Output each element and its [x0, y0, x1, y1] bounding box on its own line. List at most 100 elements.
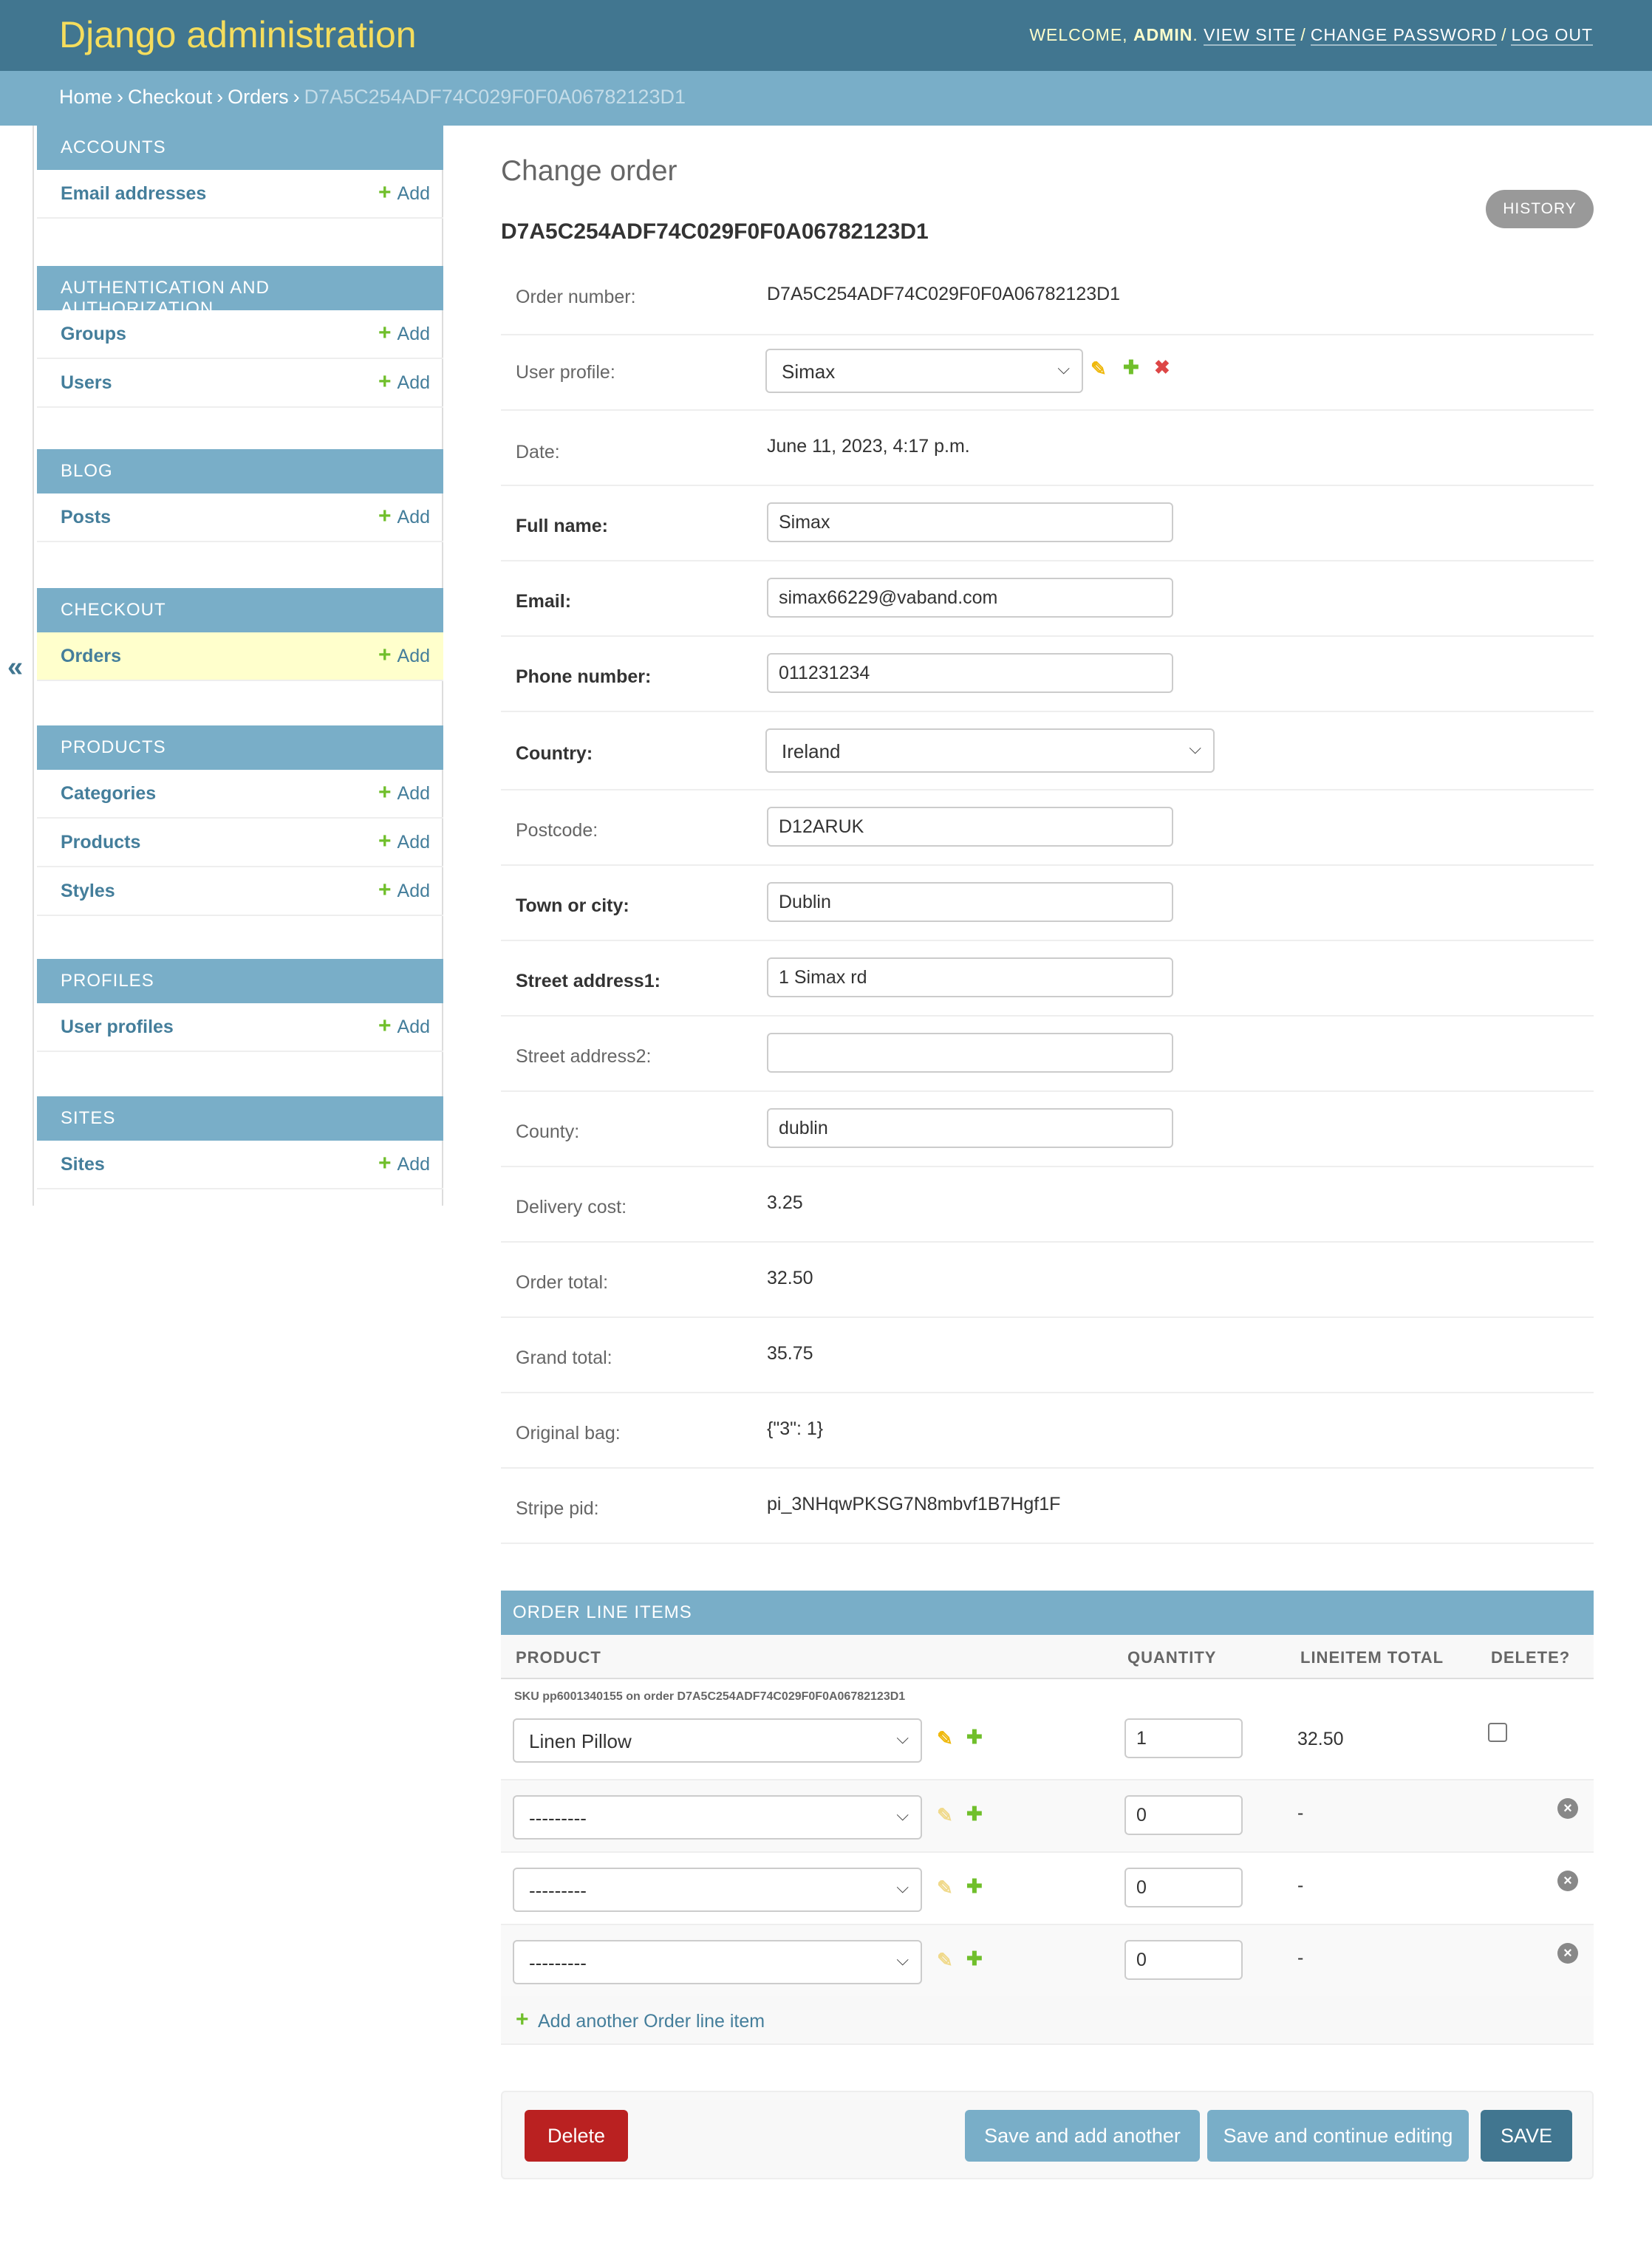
- app-caption[interactable]: ACCOUNTS: [37, 126, 443, 170]
- quantity-field[interactable]: 0: [1124, 1940, 1243, 1980]
- field-label: User profile:: [516, 362, 615, 383]
- model-link[interactable]: Users: [61, 372, 112, 394]
- model-link[interactable]: Orders: [61, 646, 121, 667]
- street-address2-field[interactable]: [767, 1033, 1173, 1073]
- model-link[interactable]: Groups: [61, 324, 126, 345]
- email-field[interactable]: simax66229@vaband.com: [767, 578, 1173, 618]
- model-link[interactable]: User profiles: [61, 1017, 174, 1038]
- full-name-field[interactable]: Simax: [767, 502, 1173, 542]
- add-related-plus-icon[interactable]: ✚: [1123, 356, 1139, 379]
- field-value: D7A5C254ADF74C029F0F0A06782123D1: [767, 284, 1121, 304]
- table-row: --------- ⌵ ✎ ✚ 0 - ×: [501, 1780, 1594, 1853]
- add-link[interactable]: + Add: [378, 644, 430, 667]
- delete-checkbox[interactable]: [1488, 1723, 1507, 1742]
- submit-row: Delete Save and add another Save and con…: [501, 2091, 1594, 2179]
- table-row: Linen Pillow ⌵ ✎ ✚ 1 32.50: [501, 1705, 1594, 1780]
- model-link[interactable]: Styles: [61, 881, 115, 902]
- save-button[interactable]: SAVE: [1481, 2110, 1572, 2162]
- save-and-continue-button[interactable]: Save and continue editing: [1207, 2110, 1469, 2162]
- postcode-field[interactable]: D12ARUK: [767, 807, 1173, 847]
- sidebar-item-sites: Sites + Add: [37, 1141, 443, 1189]
- add-link[interactable]: + Add: [378, 878, 430, 902]
- model-link[interactable]: Sites: [61, 1154, 105, 1175]
- delete-related-x-icon[interactable]: ✖: [1154, 356, 1170, 379]
- sidebar-item-email-addresses: Email addresses + Add: [37, 170, 443, 219]
- add-related-plus-icon[interactable]: ✚: [966, 1947, 983, 1970]
- model-link[interactable]: Email addresses: [61, 183, 206, 205]
- model-link[interactable]: Categories: [61, 783, 156, 805]
- field-value: {"3": 1}: [767, 1418, 824, 1439]
- breadcrumb-orders[interactable]: Orders: [228, 86, 289, 108]
- add-link[interactable]: + Add: [378, 505, 430, 528]
- app-caption[interactable]: PROFILES: [37, 959, 443, 1003]
- delete-button[interactable]: Delete: [525, 2110, 628, 2162]
- change-password-link[interactable]: CHANGE PASSWORD: [1310, 25, 1498, 46]
- remove-row-icon[interactable]: ×: [1557, 1943, 1578, 1964]
- add-related-plus-icon[interactable]: ✚: [966, 1726, 983, 1749]
- app-caption[interactable]: BLOG: [37, 449, 443, 493]
- field-label: Grand total:: [516, 1348, 612, 1368]
- plus-icon: +: [378, 829, 392, 853]
- app-caption[interactable]: AUTHENTICATION AND AUTHORIZATION: [37, 266, 443, 318]
- town-or-city-field[interactable]: Dublin: [767, 882, 1173, 922]
- app-blog: BLOG Posts + Add: [37, 449, 443, 542]
- view-site-link[interactable]: VIEW SITE: [1204, 25, 1297, 46]
- user-profile-select[interactable]: Simax ⌵: [765, 349, 1083, 393]
- add-link[interactable]: + Add: [378, 829, 430, 853]
- app-caption[interactable]: SITES: [37, 1096, 443, 1141]
- field-row-phone: Phone number: 011231234: [501, 637, 1594, 712]
- quantity-field[interactable]: 0: [1124, 1868, 1243, 1907]
- save-and-add-another-button[interactable]: Save and add another: [965, 2110, 1200, 2162]
- add-link[interactable]: + Add: [378, 371, 430, 394]
- product-select[interactable]: Linen Pillow ⌵: [513, 1718, 922, 1763]
- add-link[interactable]: + Add: [378, 1015, 430, 1038]
- remove-row-icon[interactable]: ×: [1557, 1798, 1578, 1819]
- field-row-order-total: Order total: 32.50: [501, 1243, 1594, 1318]
- sidebar-item-products: Products + Add: [37, 819, 443, 867]
- field-label: Street address1:: [516, 971, 661, 991]
- product-select[interactable]: --------- ⌵: [513, 1940, 922, 1984]
- sidebar-toggle-icon[interactable]: «: [7, 652, 23, 683]
- breadcrumb-current: D7A5C254ADF74C029F0F0A06782123D1: [304, 86, 686, 108]
- remove-row-icon[interactable]: ×: [1557, 1871, 1578, 1891]
- breadcrumb-home[interactable]: Home: [59, 86, 112, 108]
- edit-related-pencil-icon[interactable]: ✎: [937, 1727, 953, 1750]
- breadcrumb-checkout[interactable]: Checkout: [128, 86, 212, 108]
- plus-icon: +: [378, 1151, 392, 1175]
- sidebar-item-orders: Orders + Add: [37, 632, 443, 681]
- add-link[interactable]: + Add: [378, 1151, 430, 1175]
- quantity-field[interactable]: 1: [1124, 1718, 1243, 1758]
- edit-related-pencil-icon[interactable]: ✎: [1090, 358, 1107, 380]
- county-field[interactable]: dublin: [767, 1108, 1173, 1148]
- field-label: Delivery cost:: [516, 1197, 627, 1217]
- plus-icon: +: [378, 878, 392, 902]
- street-address1-field[interactable]: 1 Simax rd: [767, 957, 1173, 997]
- phone-number-field[interactable]: 011231234: [767, 653, 1173, 693]
- app-caption[interactable]: PRODUCTS: [37, 725, 443, 770]
- plus-icon: +: [516, 2007, 529, 2032]
- add-related-plus-icon[interactable]: ✚: [966, 1803, 983, 1825]
- app-caption[interactable]: CHECKOUT: [37, 588, 443, 632]
- history-button[interactable]: HISTORY: [1486, 190, 1594, 228]
- model-link[interactable]: Products: [61, 832, 140, 853]
- add-link[interactable]: + Add: [378, 322, 430, 345]
- site-name[interactable]: Django administration: [59, 13, 417, 56]
- field-row-grand-total: Grand total: 35.75: [501, 1318, 1594, 1393]
- quantity-field[interactable]: 0: [1124, 1795, 1243, 1835]
- add-link[interactable]: + Add: [378, 182, 430, 205]
- add-another-row-link[interactable]: + Add another Order line item: [501, 1996, 1594, 2045]
- product-select[interactable]: --------- ⌵: [513, 1868, 922, 1912]
- welcome-text: WELCOME,: [1029, 25, 1128, 44]
- field-label: Country:: [516, 743, 593, 764]
- add-link[interactable]: + Add: [378, 782, 430, 805]
- app-products: PRODUCTS Categories + Add Products + Add S…: [37, 725, 443, 916]
- field-label: County:: [516, 1121, 580, 1142]
- add-another-label[interactable]: Add another Order line item: [538, 2011, 765, 2032]
- log-out-link[interactable]: LOG OUT: [1511, 25, 1593, 46]
- add-related-plus-icon[interactable]: ✚: [966, 1875, 983, 1898]
- country-select[interactable]: Ireland ⌵: [765, 728, 1215, 773]
- product-select[interactable]: --------- ⌵: [513, 1795, 922, 1840]
- field-row-full-name: Full name: Simax: [501, 486, 1594, 561]
- field-label: Full name:: [516, 516, 609, 536]
- model-link[interactable]: Posts: [61, 507, 111, 528]
